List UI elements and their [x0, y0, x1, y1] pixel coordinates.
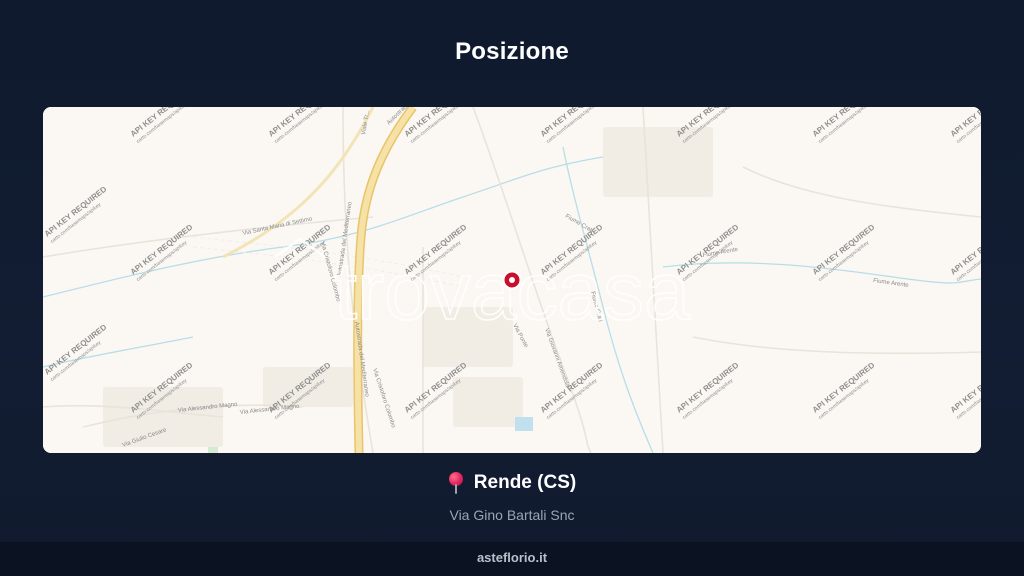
property-marker[interactable] — [502, 270, 522, 290]
round-pushpin-icon — [448, 472, 464, 494]
svg-text:trovacasa: trovacasa — [334, 246, 690, 337]
map-canvas[interactable]: Viale Tr... Autostrada Autostrada del Me… — [43, 107, 981, 453]
location-address: Via Gino Bartali Snc — [449, 507, 575, 523]
trovacasa-watermark: trovacasa — [274, 237, 691, 338]
location-info: Rende (CS) Via Gino Bartali Snc — [0, 472, 1024, 523]
map-container[interactable]: Viale Tr... Autostrada Autostrada del Me… — [43, 107, 981, 453]
location-city: Rende (CS) — [473, 472, 577, 493]
page-title: Posizione — [455, 38, 569, 65]
park-area — [208, 447, 218, 453]
pond-area — [515, 417, 533, 431]
footer-site-name: asteflorio.it — [0, 542, 1024, 576]
